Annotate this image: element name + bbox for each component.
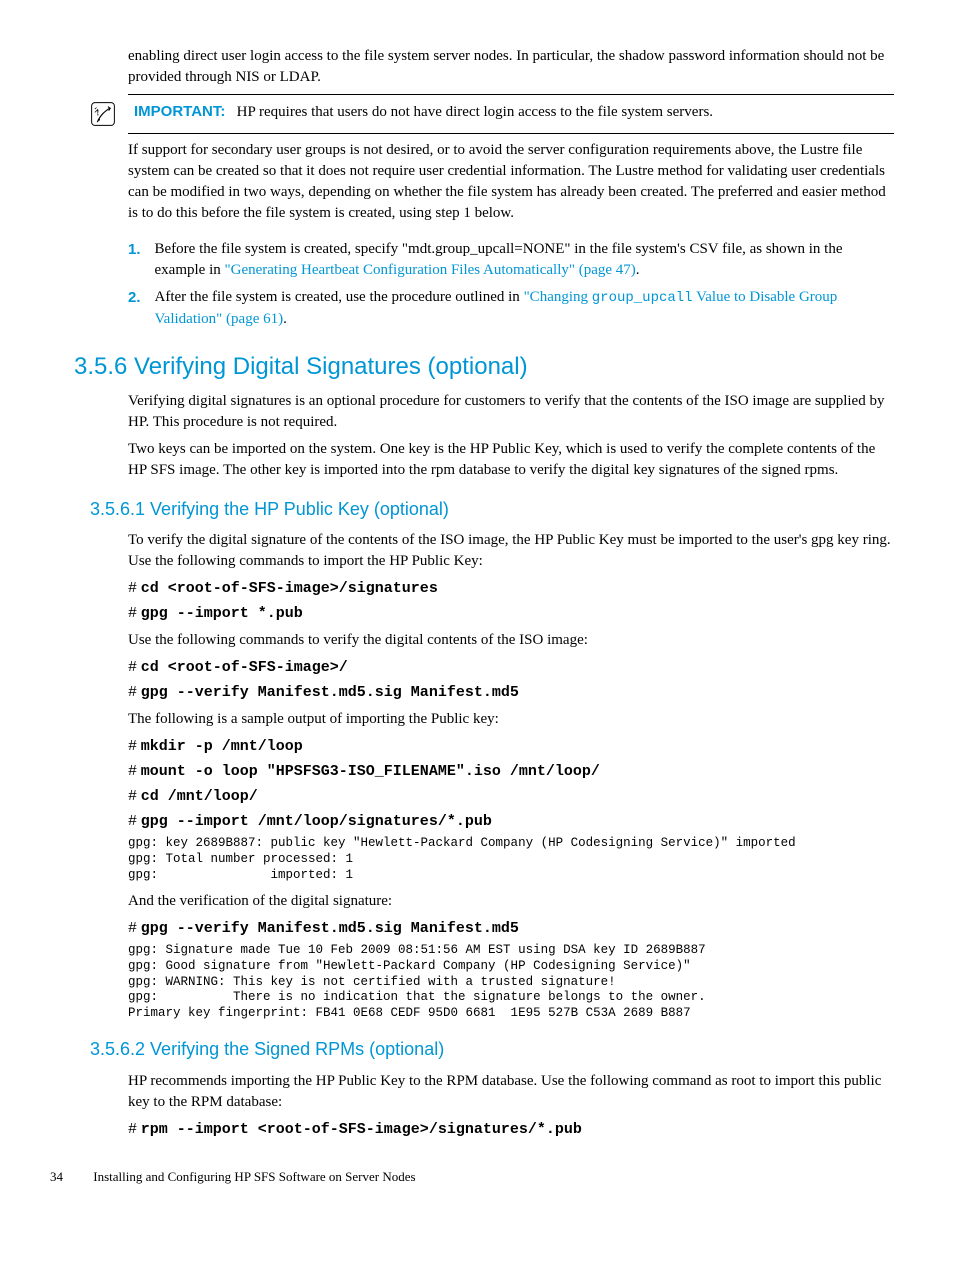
cmd-mount: # mount -o loop "HPSFSG3-ISO_FILENAME".i… xyxy=(128,761,894,782)
step-2: 2. After the file system is created, use… xyxy=(128,287,894,330)
cmd-rpm-import: # rpm --import <root-of-SFS-image>/signa… xyxy=(128,1119,894,1140)
step-1-text-b: . xyxy=(636,262,640,278)
sec3561-p1: To verify the digital signature of the c… xyxy=(128,530,894,572)
step-1-link[interactable]: "Generating Heartbeat Configuration File… xyxy=(225,262,636,278)
section-3-5-6-heading: 3.5.6 Verifying Digital Signatures (opti… xyxy=(74,350,894,384)
cmd-gpg-import-pub: # gpg --import *.pub xyxy=(128,603,894,624)
intro-paragraph: enabling direct user login access to the… xyxy=(128,46,894,88)
support-paragraph: If support for secondary user groups is … xyxy=(128,140,894,224)
cmd-cd-signatures: # cd <root-of-SFS-image>/signatures xyxy=(128,578,894,599)
sec356-p1: Verifying digital signatures is an optio… xyxy=(128,391,894,433)
step-2-text-b: . xyxy=(283,311,287,327)
step-1: 1. Before the file system is created, sp… xyxy=(128,239,894,281)
page-number: 34 xyxy=(50,1168,90,1186)
step-number-1: 1. xyxy=(128,239,141,281)
separator-top xyxy=(128,94,894,95)
steps-list: 1. Before the file system is created, sp… xyxy=(128,239,894,330)
step-2-text-a: After the file system is created, use th… xyxy=(155,289,524,305)
separator-bottom xyxy=(128,133,894,134)
cmd-gpg-verify-1: # gpg --verify Manifest.md5.sig Manifest… xyxy=(128,682,894,703)
sec356-p2: Two keys can be imported on the system. … xyxy=(128,439,894,481)
section-3-5-6-1-heading: 3.5.6.1 Verifying the HP Public Key (opt… xyxy=(90,497,894,522)
gpg-verify-output: gpg: Signature made Tue 10 Feb 2009 08:5… xyxy=(128,943,894,1021)
important-text-block: IMPORTANT: HP requires that users do not… xyxy=(134,101,713,123)
cmd-gpg-verify-2: # gpg --verify Manifest.md5.sig Manifest… xyxy=(128,918,894,939)
cmd-gpg-import-loop: # gpg --import /mnt/loop/signatures/*.pu… xyxy=(128,811,894,832)
cmd-cd-root: # cd <root-of-SFS-image>/ xyxy=(128,657,894,678)
important-label: IMPORTANT: xyxy=(134,103,225,120)
gpg-import-output: gpg: key 2689B887: public key "Hewlett-P… xyxy=(128,836,894,883)
cmd-mkdir: # mkdir -p /mnt/loop xyxy=(128,736,894,757)
section-3-5-6-2-heading: 3.5.6.2 Verifying the Signed RPMs (optio… xyxy=(90,1037,894,1062)
sec3562-p1: HP recommends importing the HP Public Ke… xyxy=(128,1071,894,1113)
page-footer: 34 Installing and Configuring HP SFS Sof… xyxy=(50,1168,894,1186)
footer-title: Installing and Configuring HP SFS Softwa… xyxy=(93,1169,415,1184)
sec3561-p2: Use the following commands to verify the… xyxy=(128,630,894,651)
step-number-2: 2. xyxy=(128,287,141,330)
sec3561-p4: And the verification of the digital sign… xyxy=(128,891,894,912)
important-icon: ! xyxy=(90,101,116,127)
sec3561-p3: The following is a sample output of impo… xyxy=(128,709,894,730)
svg-text:!: ! xyxy=(97,109,100,118)
cmd-cd-loop: # cd /mnt/loop/ xyxy=(128,786,894,807)
important-text: HP requires that users do not have direc… xyxy=(237,104,713,120)
